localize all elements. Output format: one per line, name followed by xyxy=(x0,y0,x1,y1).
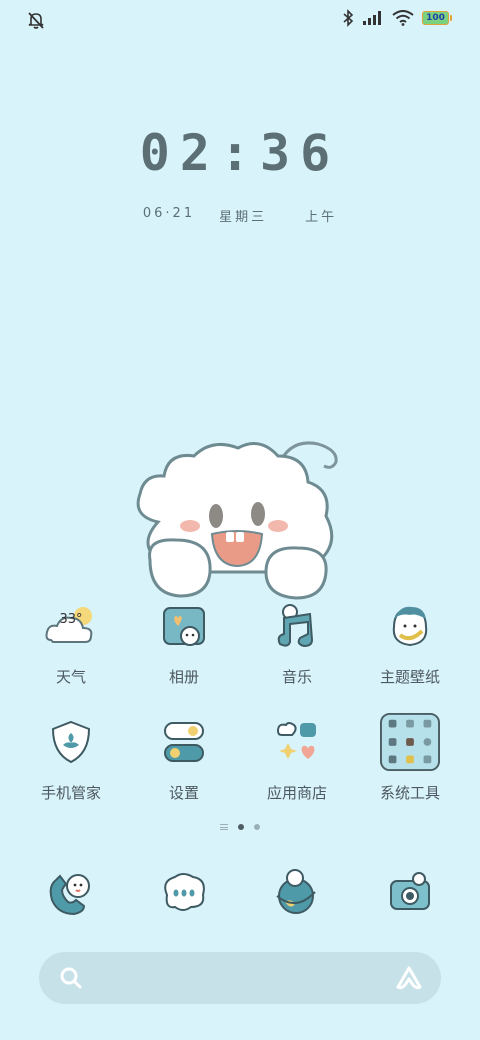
page-dot-active xyxy=(238,824,244,830)
date: 06·21 xyxy=(142,206,196,221)
assistant-icon[interactable] xyxy=(395,965,423,991)
feed-page-indicator xyxy=(220,824,228,830)
phone-icon xyxy=(49,874,90,916)
app-label: 手机管家 xyxy=(40,784,101,802)
dock-camera[interactable] xyxy=(380,862,440,922)
weather-temp: 33° xyxy=(59,612,83,627)
browser-icon xyxy=(276,869,316,914)
app-weather[interactable]: 33° 天气 xyxy=(21,596,121,687)
battery-icon: 100 xyxy=(422,11,452,25)
app-gallery[interactable]: 相册 xyxy=(134,596,234,687)
security-icon xyxy=(41,712,101,772)
app-security[interactable]: 手机管家 xyxy=(21,712,121,803)
search-icon[interactable] xyxy=(59,966,83,990)
gallery-icon xyxy=(154,596,214,656)
app-label: 音乐 xyxy=(281,668,312,686)
app-settings[interactable]: 设置 xyxy=(134,712,234,803)
messages-icon xyxy=(164,873,205,911)
wifi-icon xyxy=(392,10,414,26)
clock-time[interactable]: 02:36 xyxy=(0,124,480,182)
app-system-tools[interactable]: 系统工具 xyxy=(360,712,460,803)
app-label: 天气 xyxy=(55,668,86,686)
weekday: 星期三 xyxy=(219,210,268,225)
page-indicator[interactable] xyxy=(0,824,480,830)
themes-icon xyxy=(380,596,440,656)
app-label: 设置 xyxy=(168,784,199,802)
am-pm: 上午 xyxy=(305,210,338,225)
battery-level: 100 xyxy=(426,12,445,23)
dock-browser[interactable] xyxy=(266,862,326,922)
status-bar: 100 xyxy=(0,0,480,40)
camera-icon xyxy=(390,872,430,910)
mute-bell-icon xyxy=(28,12,44,29)
dock-phone[interactable] xyxy=(40,862,100,922)
app-label: 主题壁纸 xyxy=(379,668,440,686)
signal-icon xyxy=(363,11,381,25)
dock-messages[interactable] xyxy=(154,862,214,922)
app-app-store[interactable]: 应用商店 xyxy=(247,712,347,803)
app-label: 应用商店 xyxy=(266,784,327,802)
app-themes[interactable]: 主题壁纸 xyxy=(360,596,460,687)
bluetooth-icon xyxy=(343,9,354,27)
system-tools-folder-icon xyxy=(380,712,440,772)
app-music[interactable]: 音乐 xyxy=(247,596,347,687)
settings-icon xyxy=(154,712,214,772)
date-line: 06·21 星期三 上午 xyxy=(0,206,480,225)
app-label: 系统工具 xyxy=(379,784,440,802)
page-dot xyxy=(254,824,260,830)
app-store-icon xyxy=(267,712,327,772)
cloud-mascot-illustration xyxy=(136,441,338,600)
app-label: 相册 xyxy=(168,668,199,686)
music-icon xyxy=(267,596,327,656)
search-bar[interactable] xyxy=(39,952,441,1004)
